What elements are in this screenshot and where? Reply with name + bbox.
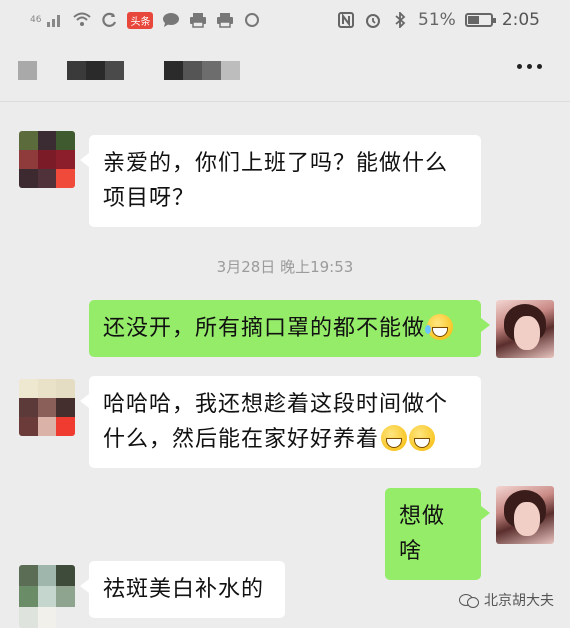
my-avatar[interactable]: [496, 486, 554, 544]
message-bubble: 想做啥: [385, 488, 490, 580]
message-text: 想做啥: [399, 504, 446, 564]
wechat-icon: [459, 592, 479, 608]
grin-emoji: [409, 425, 436, 451]
circle-icon: [245, 13, 260, 27]
bluetooth-icon: [395, 12, 406, 28]
printer-icon: [190, 13, 207, 28]
my-avatar[interactable]: [496, 300, 554, 358]
battery-fill: [467, 16, 480, 24]
status-bar: 46 头条 51% 2:05: [0, 0, 570, 40]
battery-percent: 51%: [418, 10, 456, 30]
watermark: 北京胡大夫: [459, 590, 554, 610]
joy-tears-emoji: [425, 314, 454, 340]
contact-avatar[interactable]: [19, 565, 75, 628]
message-text: 还没开，所有摘口罩的都不能做: [103, 316, 426, 341]
contact-avatar[interactable]: [19, 379, 75, 436]
contact-name-redacted: [18, 61, 240, 80]
message-bubble: 还没开，所有摘口罩的都不能做: [89, 300, 490, 357]
toutiao-icon: 头条: [127, 11, 154, 29]
message-bubble: 亲爱的，你们上班了吗？能做什么项目呀？: [80, 135, 481, 227]
message-text: 亲爱的，你们上班了吗？能做什么项目呀？: [103, 151, 449, 211]
signal-label: 46: [30, 15, 42, 25]
message-bubble: 哈哈哈，我还想趁着这段时间做个什么，然后能在家好好养着: [80, 376, 481, 468]
sync-icon: [102, 12, 117, 27]
message-bubble: 祛斑美白补水的: [80, 561, 285, 618]
message-text: 祛斑美白补水的: [103, 577, 265, 602]
mosaic-block: [67, 61, 124, 80]
clock: 2:05: [501, 10, 540, 30]
printer-icon: [217, 13, 234, 28]
grin-emoji: [381, 425, 408, 451]
chat-icon: [163, 13, 180, 27]
message-timestamp: 3月28日 晚上19:53: [216, 258, 354, 276]
signal-icon: [47, 15, 61, 27]
nfc-icon: [338, 12, 355, 28]
alarm-icon: [366, 14, 381, 28]
mosaic-block: [164, 61, 240, 80]
mosaic-block: [18, 61, 37, 80]
battery-icon: [464, 13, 496, 27]
wifi-icon: [73, 12, 92, 26]
more-icon[interactable]: [517, 64, 542, 69]
chat-header: [0, 40, 570, 102]
contact-avatar[interactable]: [19, 131, 75, 188]
watermark-text: 北京胡大夫: [484, 593, 554, 609]
